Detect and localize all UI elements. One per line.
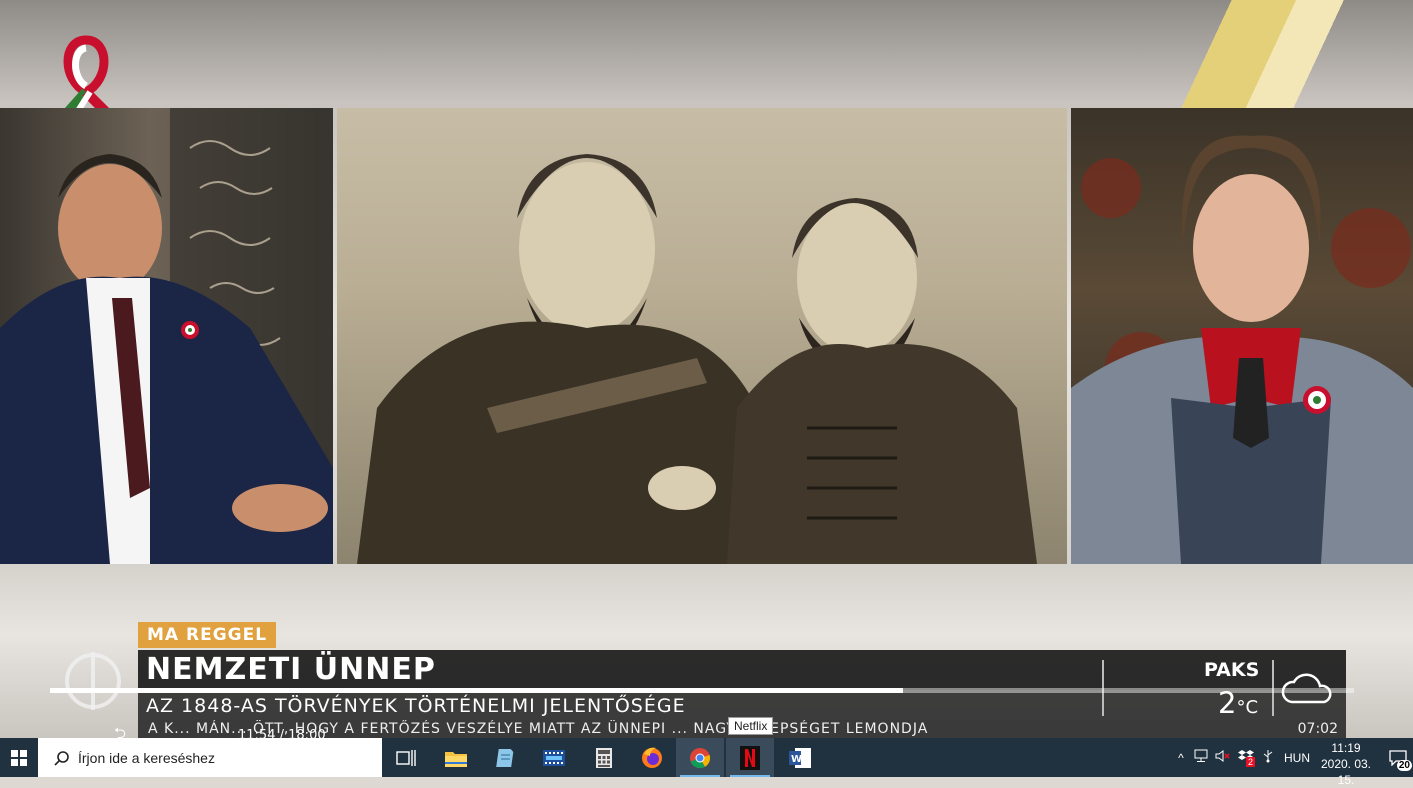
firefox-icon xyxy=(642,747,662,768)
show-tag: MA REGGEL xyxy=(138,622,277,648)
skip-back-icon[interactable]: ⮌ xyxy=(114,723,126,738)
task-view-icon xyxy=(396,749,416,766)
weather-city: PAKS xyxy=(1204,659,1260,681)
svg-text:W: W xyxy=(791,754,802,765)
dropbox-icon[interactable]: 2 xyxy=(1234,749,1258,767)
netflix-icon xyxy=(740,745,760,770)
usb-icon[interactable] xyxy=(1258,749,1278,766)
film-icon xyxy=(543,749,565,766)
windows-icon xyxy=(11,749,27,766)
notification-center-button[interactable]: 20 xyxy=(1382,738,1413,777)
folder-icon xyxy=(445,751,467,767)
left-video-panel xyxy=(0,108,333,564)
video-progress-bar[interactable] xyxy=(50,688,1354,693)
headline-text: NEMZETI ÜNNEP xyxy=(146,652,436,687)
search-input[interactable] xyxy=(76,748,360,767)
network-icon[interactable] xyxy=(1190,749,1212,766)
channel-logo-icon xyxy=(65,652,121,710)
volume-muted-icon[interactable] xyxy=(1212,749,1234,766)
chrome-button[interactable] xyxy=(676,738,724,777)
system-tray: ^ 2 HUN xyxy=(1172,738,1310,777)
word-icon: W xyxy=(789,747,811,768)
chrome-icon xyxy=(690,747,711,768)
notification-count: 20 xyxy=(1396,760,1412,771)
netflix-button[interactable] xyxy=(726,738,774,777)
middle-video-panel xyxy=(337,108,1067,564)
taskbar-search[interactable] xyxy=(38,738,382,777)
video-timecode: 11:54 / 18:00 xyxy=(238,728,326,738)
right-video-panel xyxy=(1071,108,1413,564)
subheadline-text: AZ 1848-AS TÖRVÉNYEK TÖRTÉNELMI JELENTŐS… xyxy=(146,695,686,717)
movie-maker-button[interactable] xyxy=(530,738,578,777)
start-button[interactable] xyxy=(0,738,38,777)
video-progress-fill xyxy=(50,688,903,693)
taskbar-clock[interactable]: 11:19 2020. 03. 15. xyxy=(1316,740,1376,788)
notepad-icon xyxy=(496,748,514,767)
firefox-button[interactable] xyxy=(628,738,676,777)
ticker-time: 07:02 xyxy=(1297,721,1338,737)
calculator-icon xyxy=(596,747,612,768)
tray-badge: 2 xyxy=(1246,757,1256,767)
clock-date: 2020. 03. 15. xyxy=(1320,757,1372,787)
netflix-tooltip: Netflix xyxy=(728,717,774,735)
language-indicator[interactable]: HUN xyxy=(1284,751,1310,765)
task-view-button[interactable] xyxy=(382,738,430,777)
search-icon xyxy=(48,750,76,766)
clock-time: 11:19 xyxy=(1331,741,1361,755)
word-button[interactable]: W xyxy=(776,738,824,777)
video-frame[interactable]: MA REGGEL NEMZETI ÜNNEP AZ 1848-AS TÖRVÉ… xyxy=(0,0,1413,738)
calculator-button[interactable] xyxy=(580,738,628,777)
chevron-up-icon[interactable]: ^ xyxy=(1172,751,1190,765)
decorative-stripe xyxy=(1170,0,1400,108)
notepad-button[interactable] xyxy=(482,738,530,777)
file-explorer-button[interactable] xyxy=(432,738,480,777)
